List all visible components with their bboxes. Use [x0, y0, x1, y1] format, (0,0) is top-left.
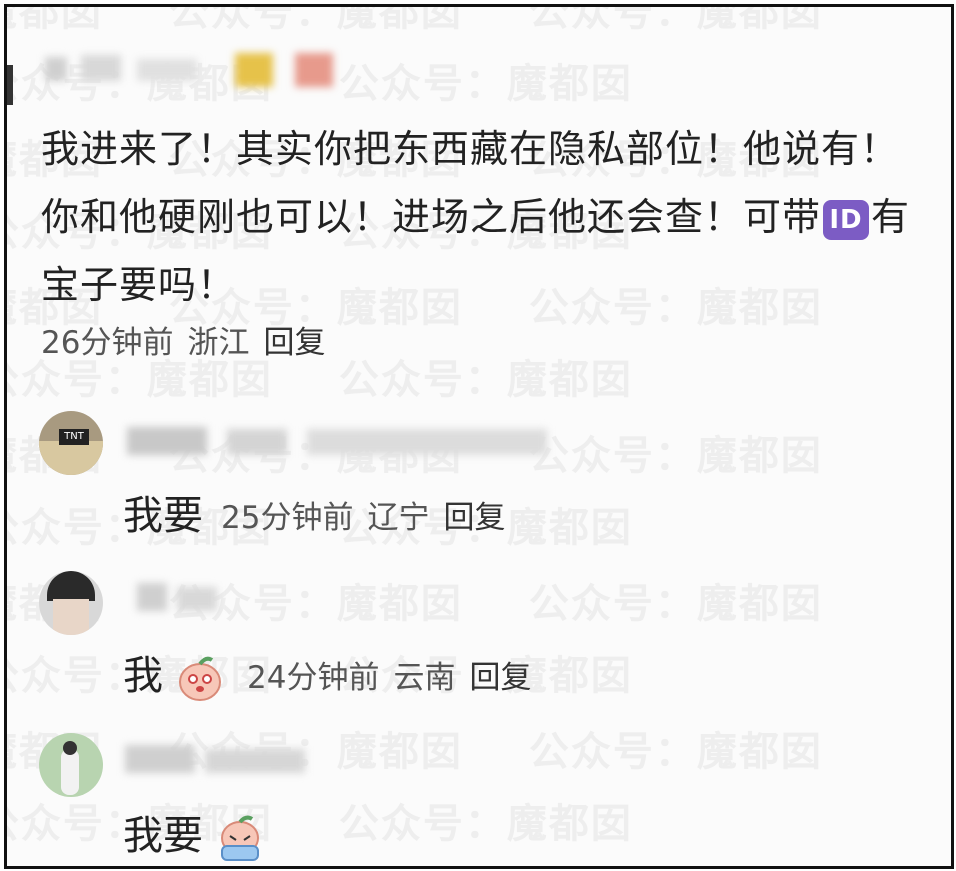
reply-content: 我要 [123, 813, 203, 859]
screenshot-frame: 魔都囡 公众号：魔都囡 公众号：魔都囡 魔都囡 公众号：魔都囡 公众号：魔都囡 … [4, 4, 954, 869]
reply-time: 24分钟前 [247, 660, 380, 696]
main-comment-meta: 26分钟前 浙江 回复 [41, 317, 339, 362]
reply-content: 我要 [123, 493, 203, 539]
left-edge-bar [7, 65, 13, 105]
reply-text: 我要 [123, 803, 264, 862]
reply-username-redacted [125, 739, 315, 779]
avatar[interactable] [39, 571, 103, 635]
comment-text-part: 我进来了！其实你把东西藏在隐私部位！他说有！你和他硬刚也可以！进场之后他还会查！… [41, 127, 900, 239]
reply-button[interactable]: 回复 [443, 500, 505, 536]
id-badge: ID [823, 199, 870, 240]
reply-button[interactable]: 回复 [469, 660, 531, 696]
comment-location: 浙江 [187, 325, 250, 361]
peach-face-icon [176, 654, 224, 702]
reply-meta: 24分钟前 云南 回复 [247, 652, 545, 697]
reply-username-redacted [127, 421, 557, 461]
reply-text: 我 [123, 643, 224, 702]
avatar[interactable] [39, 733, 103, 797]
main-username-redacted [45, 51, 333, 87]
reply-location: 辽宁 [367, 500, 430, 536]
avatar-label: TNT [59, 429, 89, 445]
reply-button[interactable]: 回复 [263, 325, 325, 361]
avatar[interactable]: TNT [39, 411, 103, 475]
reply-meta: 25分钟前 辽宁 回复 [221, 492, 519, 537]
reply-text: 我要 [123, 483, 203, 541]
reply-location: 云南 [393, 660, 456, 696]
main-comment-text: 我进来了！其实你把东西藏在隐私部位！他说有！你和他硬刚也可以！进场之后他还会查！… [41, 115, 921, 319]
comment-time: 26分钟前 [41, 325, 174, 361]
reply-time: 25分钟前 [221, 500, 354, 536]
reply-content: 我 [123, 653, 163, 699]
reply-username-redacted [137, 577, 237, 617]
crying-peach-icon [216, 814, 264, 862]
